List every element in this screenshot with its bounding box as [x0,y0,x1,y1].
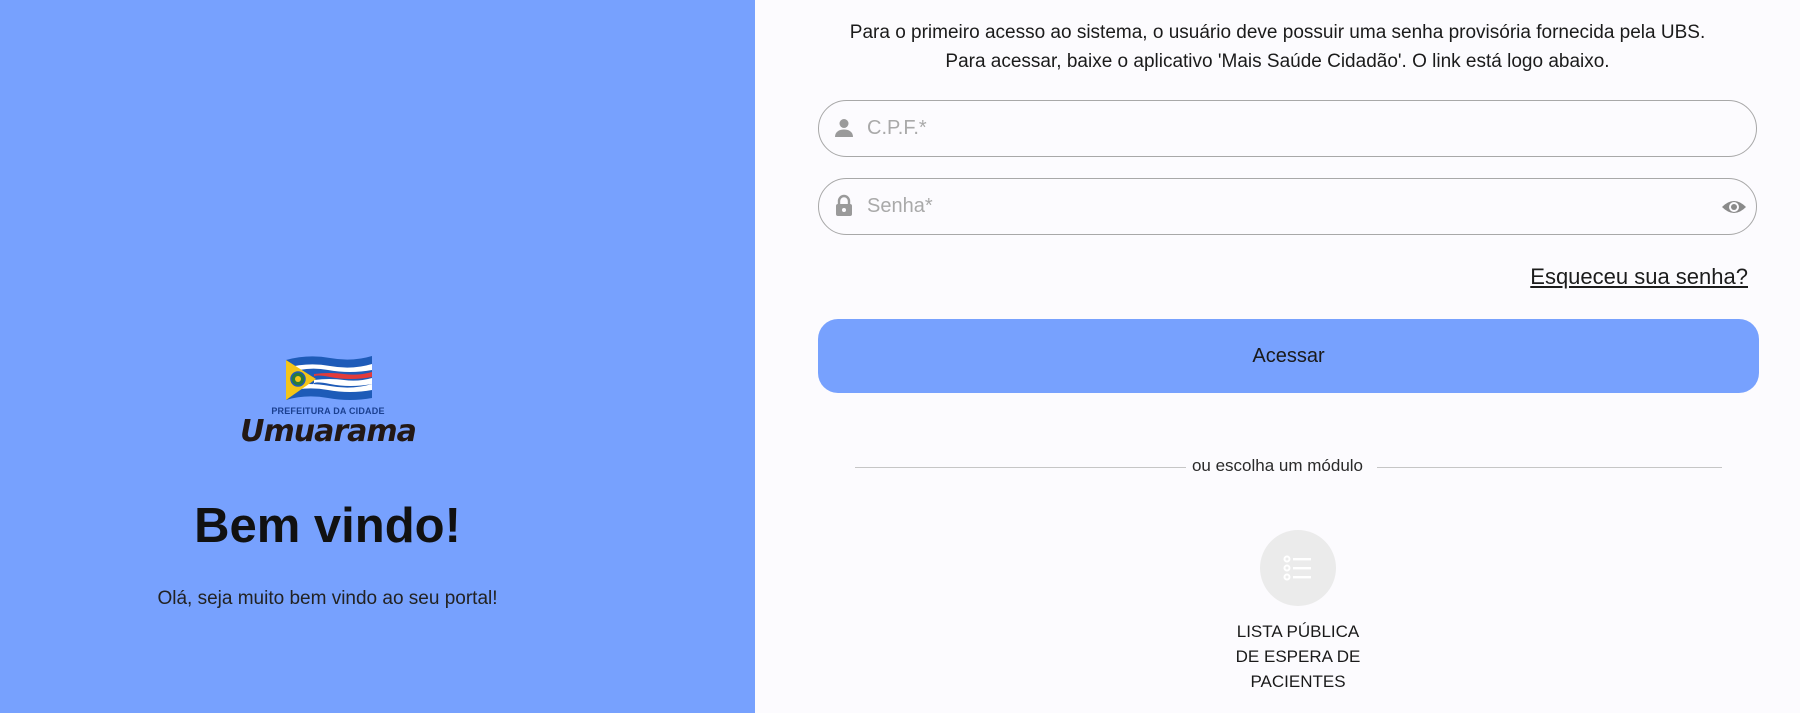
welcome-subtitle: Olá, seja muito bem vindo ao seu portal! [157,588,498,609]
password-input[interactable] [867,179,1687,234]
login-page: PREFEITURA DA CIDADE Umuarama Bem vindo!… [0,0,1800,713]
city-logo: PREFEITURA DA CIDADE Umuarama [232,352,424,452]
login-panel: Para o primeiro acesso ao sistema, o usu… [755,0,1800,713]
eye-icon[interactable] [1720,193,1748,221]
lock-icon [836,194,852,216]
welcome-panel: PREFEITURA DA CIDADE Umuarama Bem vindo!… [0,0,755,713]
cpf-field[interactable] [818,100,1757,157]
module-label-line-1: LISTA PÚBLICA [1236,622,1360,641]
access-info-line-2: Para acessar, baixe o aplicativo 'Mais S… [945,51,1610,72]
welcome-title: Bem vindo! [194,499,461,553]
module-label[interactable]: LISTA PÚBLICA DE ESPERA DE PACIENTES [1182,619,1414,694]
access-info: Para o primeiro acesso ao sistema, o usu… [755,18,1800,76]
logo-name: Umuarama [240,414,417,449]
list-icon [1283,555,1311,581]
module-label-line-3: PACIENTES [1250,672,1346,691]
access-button[interactable]: Acessar [818,319,1759,393]
cpf-input[interactable] [867,101,1687,156]
module-divider-label: ou escolha um módulo [1185,456,1370,475]
flag-icon [286,356,372,400]
access-info-line-1: Para o primeiro acesso ao sistema, o usu… [849,22,1706,43]
forgot-password-link[interactable]: Esqueceu sua senha? [1530,264,1748,290]
password-field[interactable] [818,178,1757,235]
module-icon-circle[interactable] [1260,530,1336,606]
person-icon [835,119,853,137]
module-label-line-2: DE ESPERA DE [1235,647,1361,666]
module-divider: ou escolha um módulo [755,456,1800,476]
